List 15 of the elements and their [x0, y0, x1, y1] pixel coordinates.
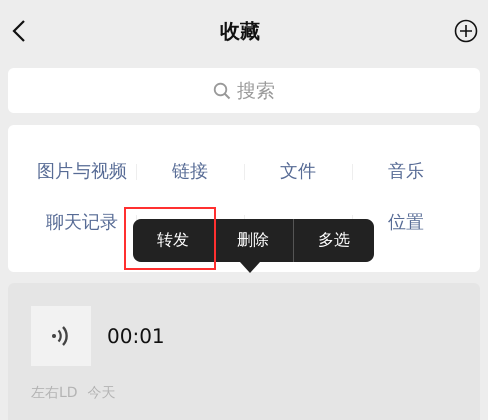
menu-action[interactable]: 转发 [133, 219, 213, 262]
search-icon [213, 82, 231, 100]
search-field[interactable]: 搜索 [8, 68, 480, 113]
category-link[interactable]: 音乐 [388, 159, 424, 183]
add-icon[interactable] [454, 19, 478, 43]
back-icon[interactable] [12, 19, 26, 43]
category-link[interactable]: 位置 [388, 210, 424, 234]
category-link[interactable]: 图片与视频 [37, 159, 127, 183]
menu-action[interactable]: 多选 [293, 219, 374, 262]
category-link[interactable]: 链接 [172, 159, 208, 183]
menu-action[interactable]: 删除 [213, 219, 293, 262]
category-link[interactable]: 文件 [280, 159, 316, 183]
category-link[interactable]: 聊天记录 [46, 210, 118, 234]
voice-duration: 00:01 [107, 324, 165, 348]
page-title: 收藏 [220, 18, 260, 44]
